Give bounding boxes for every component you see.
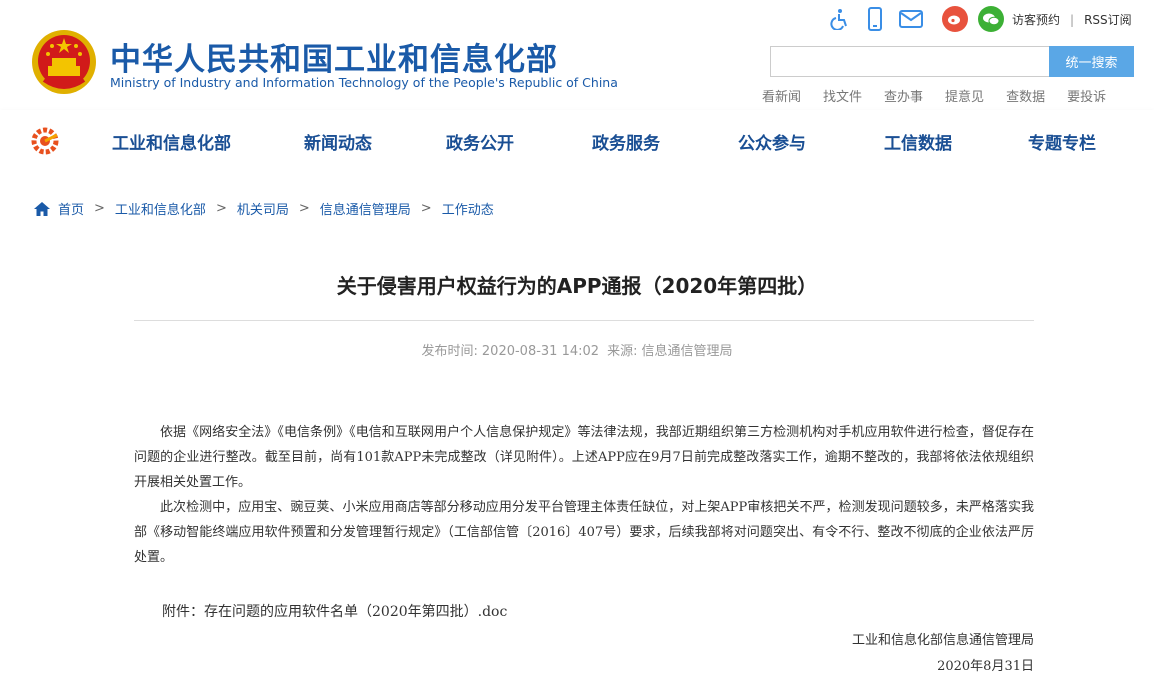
breadcrumb-home[interactable]: 首页 [58,199,84,218]
attachment-link[interactable]: 存在问题的应用软件名单（2020年第四批）.doc [204,604,507,620]
publish-time-label: 发布时间: [421,344,478,359]
nav-item-topics[interactable]: 专题专栏 [1028,129,1096,154]
breadcrumb-arrow: > [94,201,105,216]
nav-item-public[interactable]: 公众参与 [738,129,806,154]
nav-item-news[interactable]: 新闻动态 [304,129,372,154]
main-nav: 工业和信息化部 新闻动态 政务公开 政务服务 公众参与 工信数据 专题专栏 [0,110,1154,172]
nav-item-ministry[interactable]: 工业和信息化部 [112,129,231,154]
home-icon[interactable] [34,201,50,216]
rss-link[interactable]: RSS订阅 [1084,13,1132,27]
mail-icon[interactable] [898,6,924,32]
attachment: 附件：存在问题的应用软件名单（2020年第四批）.doc [162,601,507,621]
mobile-icon[interactable] [862,6,888,32]
nav-item-data[interactable]: 工信数据 [884,129,952,154]
attachment-label: 附件： [162,604,204,620]
breadcrumb-bureau[interactable]: 信息通信管理局 [320,199,411,218]
breadcrumb-departments[interactable]: 机关司局 [237,199,289,218]
breadcrumb-work-news[interactable]: 工作动态 [442,199,494,218]
article-title: 关于侵害用户权益行为的APP通报（2020年第四批） [336,274,818,298]
site-subtitle: Ministry of Industry and Information Tec… [110,75,618,90]
visit-appointment-link[interactable]: 访客预约 [1012,13,1060,27]
quick-link-data[interactable]: 查数据 [1006,86,1045,105]
wechat-icon[interactable] [978,6,1004,32]
signature-org: 工业和信息化部信息通信管理局 [851,633,1034,648]
signature-date: 2020年8月31日 [937,659,1034,674]
nav-item-gov-services[interactable]: 政务服务 [592,129,660,154]
article-body: 依据《网络安全法》《电信条例》《电信和互联网用户个人信息保护规定》等法律法规，我… [134,420,1034,570]
quick-link-services[interactable]: 查办事 [884,86,923,105]
quick-link-files[interactable]: 找文件 [823,86,862,105]
article-meta: 发布时间: 2020-08-31 14:02 来源: 信息通信管理局 [0,340,1154,359]
breadcrumb: 首页 > 工业和信息化部 > 机关司局 > 信息通信管理局 > 工作动态 [34,199,494,218]
article-paragraph: 依据《网络安全法》《电信条例》《电信和互联网用户个人信息保护规定》等法律法规，我… [134,425,1034,490]
title-divider [134,320,1034,321]
publish-time: 2020-08-31 14:02 [481,344,600,359]
separator: | [1070,13,1075,27]
article-paragraph: 此次检测中，应用宝、豌豆荚、小米应用商店等部分移动应用分发平台管理主体责任缺位，… [134,500,1034,565]
accessibility-icon[interactable] [826,6,852,32]
quick-link-news[interactable]: 看新闻 [762,86,801,105]
breadcrumb-arrow: > [215,201,227,216]
national-emblem [32,30,96,94]
nav-logo[interactable] [30,126,60,156]
site-title[interactable]: 中华人民共和国工业和信息化部 [110,34,558,79]
nav-items: 工业和信息化部 新闻动态 政务公开 政务服务 公众参与 工信数据 专题专栏 [110,110,1096,172]
utility-links: 访客预约 | RSS订阅 [1012,11,1132,28]
breadcrumb-arrow: > [298,201,310,216]
header: 中华人民共和国工业和信息化部 Ministry of Industry and … [0,0,1154,110]
source: 信息通信管理局 [641,344,733,359]
search-input[interactable] [770,46,1050,77]
quick-link-complaint[interactable]: 要投诉 [1067,86,1106,105]
quick-links: 看新闻 找文件 查办事 提意见 查数据 要投诉 [762,86,1128,105]
search-button[interactable]: 统一搜索 [1049,46,1134,77]
utility-icons [826,6,1014,32]
breadcrumb-ministry[interactable]: 工业和信息化部 [115,199,206,218]
quick-link-feedback[interactable]: 提意见 [945,86,984,105]
source-label: 来源: [607,344,638,359]
breadcrumb-arrow: > [420,201,432,216]
nav-item-gov-affairs[interactable]: 政务公开 [446,129,514,154]
weibo-icon[interactable] [942,6,968,32]
